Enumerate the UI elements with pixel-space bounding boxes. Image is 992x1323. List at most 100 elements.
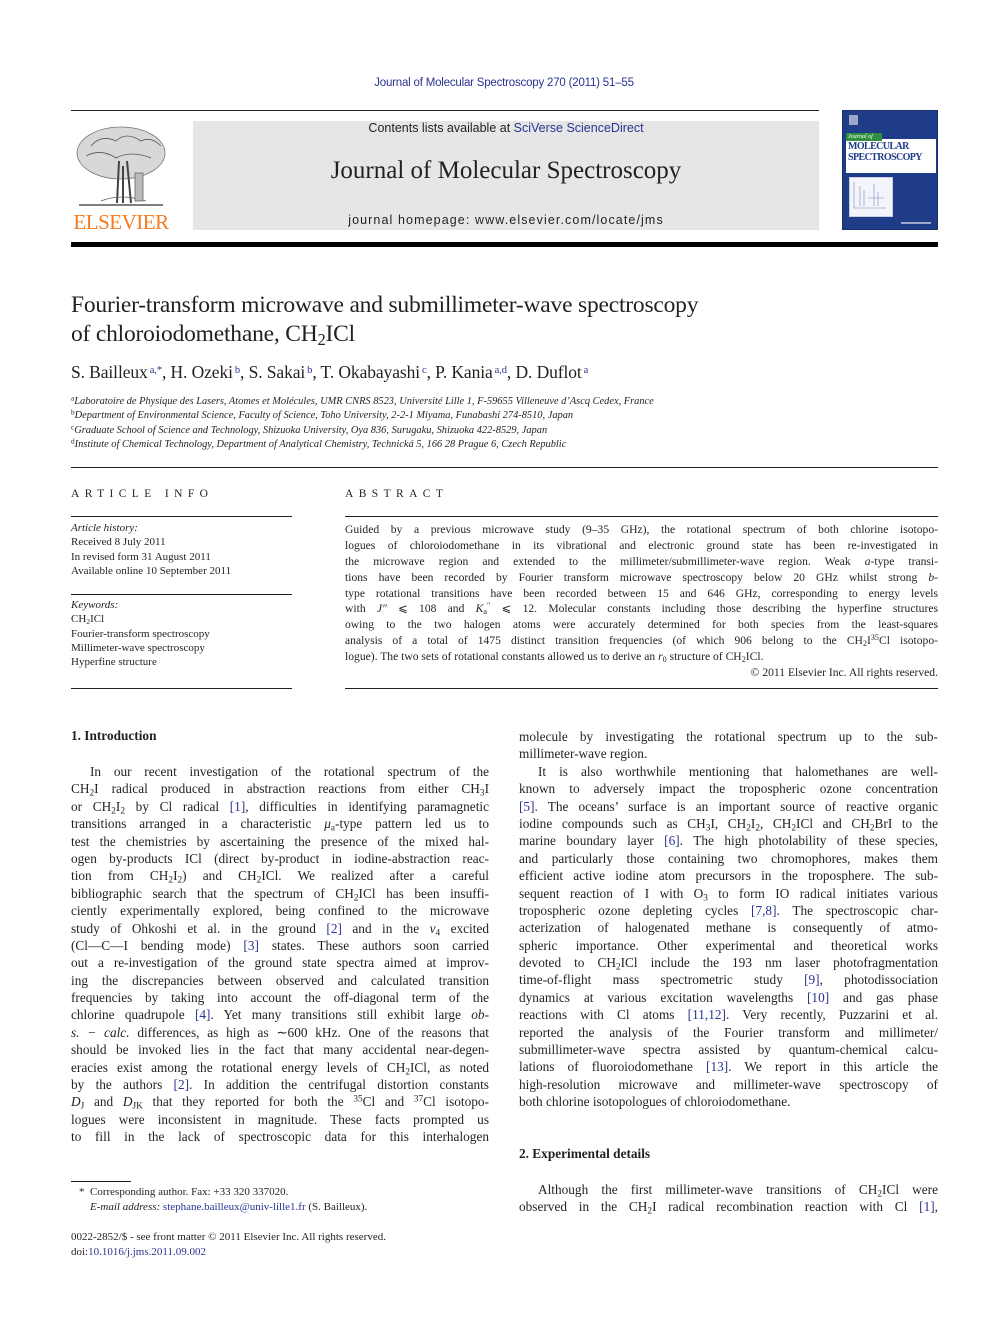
citation-link[interactable]: [7,8]	[751, 903, 776, 918]
citation-link[interactable]: [2]	[174, 1077, 190, 1092]
text-line: tions have been recorded by Fourier tran…	[345, 570, 938, 586]
text-line: or CH2I2 by Cl radical [1], difficulties…	[71, 798, 489, 816]
text-run: reactions with Cl atoms	[519, 1007, 688, 1023]
text-run: reported the analysis of the Fourier tra…	[519, 1024, 938, 1040]
citation-link[interactable]: [1]	[919, 1199, 935, 1214]
cover-journal-of: Journal of	[846, 133, 882, 141]
text-run: Fourier-transform spectroscopy	[71, 627, 210, 640]
text-line: spheric importance. Other experimental a…	[519, 937, 938, 954]
text-run: observed in the CH	[519, 1199, 648, 1215]
keyword-item[interactable]: Fourier-transform spectroscopy	[71, 627, 292, 641]
text-run: transitions arranged in a characteristic	[71, 816, 325, 832]
citation-link[interactable]: [5]	[519, 799, 535, 814]
citation-link[interactable]: [1]	[230, 799, 246, 814]
text-run: ⩽ 108 and	[386, 602, 476, 616]
text-run: high-resolution microwave and millimeter…	[519, 1076, 938, 1092]
abstract-lines: Guided by a previous microwave study (9–…	[345, 522, 938, 665]
section-heading-experimental: 2. Experimental details	[519, 1146, 651, 1161]
citation-link[interactable]: [11,12]	[688, 1007, 726, 1022]
keyword-item[interactable]: Millimeter-wave spectroscopy	[71, 641, 292, 655]
citation-link[interactable]: [10]	[807, 990, 829, 1005]
text-run: owing to the two halogen atoms were accu…	[345, 618, 938, 632]
text-run: . The spectroscopic char-	[776, 902, 939, 918]
text-line: Although the first millimeter-wave trans…	[519, 1181, 938, 1199]
text-line: dynamics at various excitation wavelengt…	[519, 989, 938, 1006]
text-run: ICl and CH	[796, 815, 870, 831]
author-name[interactable]: H. Ozeki	[171, 362, 233, 382]
italic-run: J″	[376, 602, 387, 616]
elsevier-wordmark: ELSEVIER	[73, 210, 169, 234]
keywords-label: Keywords:	[71, 599, 119, 611]
journal-cover-thumbnail[interactable]: Journal of MOLECULAR SPECTROSCOPY	[842, 110, 938, 230]
author-name[interactable]: D. Duflot	[515, 362, 581, 382]
affiliation-item: dInstitute of Chemical Technology, Depar…	[71, 438, 931, 452]
text-run: molecule by investigating the rotational…	[519, 729, 938, 744]
text-run: tion from CH	[71, 868, 169, 884]
text-line: eracies exist among the rotational energ…	[71, 1059, 489, 1077]
text-run: Cl isotopo-	[423, 1094, 489, 1110]
text-line: out a re-investigation of the ground sta…	[71, 954, 489, 971]
citation-link[interactable]: [4]	[195, 1007, 211, 1022]
text-run: lations of fluoroiodomethane	[519, 1059, 707, 1075]
keyword-item[interactable]: CH2ICl	[71, 612, 292, 626]
experimental-column: Although the first millimeter-wave trans…	[519, 1181, 938, 1216]
italic-run: ob-	[471, 1007, 489, 1023]
text-run: and gas phase	[829, 989, 938, 1005]
affiliation-text: Department of Environmental Science, Fac…	[74, 410, 574, 422]
affiliation-item: aLaboratoire de Physique des Lasers, Ato…	[71, 395, 931, 409]
text-line: with J″ ⩽ 108 and Ka″ ⩽ 12. Molecular co…	[345, 601, 938, 617]
text-line: both chlorine isotopologues of chloroiod…	[519, 1093, 938, 1110]
email-link[interactable]: stephane.bailleux@univ-lille1.fr	[163, 1201, 306, 1213]
text-line: should be invoked lies in the fact that …	[71, 1041, 489, 1058]
sciencedirect-link[interactable]: SciVerse ScienceDirect	[514, 121, 644, 135]
keyword-item[interactable]: Hyperfine structure	[71, 655, 292, 669]
citation-link[interactable]: [13]	[706, 1059, 728, 1074]
text-line: devoted to CH2ICl include the 193 nm las…	[519, 954, 938, 972]
author-affiliation-marker[interactable]: a,*	[148, 365, 162, 376]
author-separator: ,	[426, 362, 436, 382]
journal-citation-link[interactable]: Journal of Molecular Spectroscopy 270 (2…	[0, 77, 992, 89]
citation-link[interactable]: [6]	[664, 833, 680, 848]
text-run: logue). The two sets of rotational const…	[345, 650, 659, 664]
text-run: I radical recombination reaction with Cl	[652, 1199, 920, 1215]
journal-homepage-line: journal homepage: www.elsevier.com/locat…	[193, 213, 819, 227]
author-name[interactable]: S. Sakai	[249, 362, 306, 382]
author-name[interactable]: P. Kania	[435, 362, 493, 382]
text-run: to form IO radical initiates various	[707, 885, 938, 901]
citation-link[interactable]: [3]	[243, 938, 259, 953]
text-line: to fill in the lack of spectroscopic dat…	[71, 1128, 489, 1145]
author-name[interactable]: S. Bailleux	[71, 362, 148, 382]
text-line: In our recent investigation of the rotat…	[71, 763, 489, 780]
doi-link[interactable]: 10.1016/j.jms.2011.09.002	[88, 1246, 206, 1258]
text-run: , photodissociation	[819, 972, 938, 988]
homepage-link[interactable]: www.elsevier.com/locate/jms	[475, 213, 664, 227]
text-line: type rotational transitions have been re…	[345, 586, 938, 602]
author-separator: ,	[312, 362, 321, 382]
text-run: In our recent investigation of the rotat…	[90, 764, 489, 779]
text-run: ) and CH	[182, 868, 257, 884]
text-run: dynamics at various excitation wavelengt…	[519, 989, 807, 1005]
author-affiliation-marker[interactable]: a,d	[493, 365, 507, 376]
text-line: frequencies by taking into account the o…	[71, 989, 489, 1006]
footnote-marker: *	[79, 1186, 85, 1198]
text-run: I	[484, 781, 489, 797]
subscript: 2	[317, 330, 326, 350]
author-name[interactable]: T. Okabayashi	[321, 362, 421, 382]
text-line: known to adversely impact the tropospher…	[519, 780, 938, 797]
cover-publisher-icon	[849, 115, 858, 125]
cover-name-line1: MOLECULAR	[848, 141, 909, 152]
doi-prefix: doi:	[71, 1245, 89, 1258]
cover-figure-icon	[849, 177, 893, 217]
author-affiliation-marker[interactable]: a	[582, 365, 589, 376]
paper-title-line2: of chloroiodomethane, CH2ICl	[71, 320, 931, 349]
text-run: Although the first millimeter-wave trans…	[538, 1182, 878, 1197]
text-run: differences, as high as ∼600 kHz. One of…	[129, 1024, 490, 1040]
section-rule	[71, 467, 938, 468]
text-run: . Yet many transitions still exhibit lar…	[210, 1007, 472, 1023]
citation-link[interactable]: [2]	[326, 921, 342, 936]
text-run: . The high photolability of these specie…	[679, 833, 939, 849]
text-run: -type pattern led us to	[335, 816, 489, 832]
author-affiliation-marker[interactable]: b	[233, 365, 240, 376]
introduction-right-column: molecule by investigating the rotational…	[519, 728, 938, 1111]
citation-link[interactable]: [9]	[804, 972, 820, 987]
